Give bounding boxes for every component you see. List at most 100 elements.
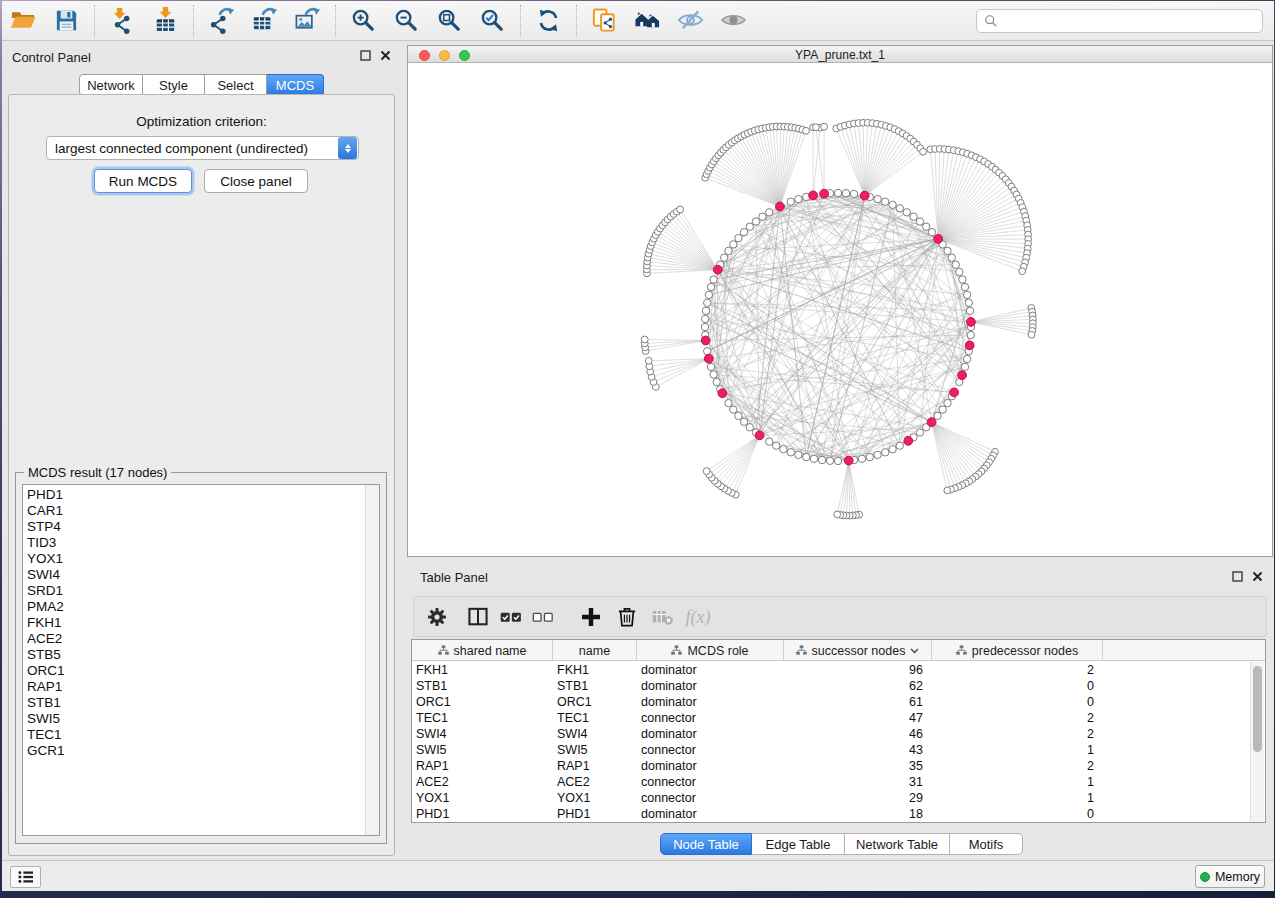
table-settings-icon[interactable] <box>423 603 451 631</box>
mcds-result-item[interactable]: SRD1 <box>23 583 379 599</box>
mcds-result-item[interactable]: TID3 <box>23 535 379 551</box>
column-header-name[interactable]: name <box>553 640 637 661</box>
table-toolbar: f(x) <box>413 596 1267 637</box>
cell-shared-name: SWI5 <box>412 743 553 757</box>
mcds-result-item[interactable]: CAR1 <box>23 503 379 519</box>
save-session-icon[interactable] <box>50 4 84 38</box>
mcds-result-item[interactable]: SWI5 <box>23 711 379 727</box>
table-row[interactable]: FKH1FKH1dominator962 <box>412 662 1265 678</box>
mcds-result-item[interactable]: PMA2 <box>23 599 379 615</box>
column-header-successor-nodes[interactable]: successor nodes <box>784 640 932 661</box>
close-panel-icon[interactable] <box>1252 571 1263 582</box>
tab-network[interactable]: Network <box>79 74 143 96</box>
mcds-result-item[interactable]: ORC1 <box>23 663 379 679</box>
table-row[interactable]: ORC1ORC1dominator610 <box>412 694 1265 710</box>
cell-shared-name: RAP1 <box>412 759 553 773</box>
network-graph[interactable] <box>408 63 1272 557</box>
search-box[interactable] <box>976 9 1263 33</box>
mcds-result-item[interactable]: GCR1 <box>23 743 379 759</box>
table-row[interactable]: SWI5SWI5connector431 <box>412 742 1265 758</box>
mcds-result-item[interactable]: PHD1 <box>23 487 379 503</box>
table-row[interactable]: STB1STB1dominator620 <box>412 678 1265 694</box>
cell-name: TEC1 <box>553 711 637 725</box>
mcds-result-item[interactable]: ACE2 <box>23 631 379 647</box>
cell-predecessor-nodes: 1 <box>932 791 1103 805</box>
node-table: shared namenameMCDS rolesuccessor nodesp… <box>411 639 1266 823</box>
column-header-predecessor-nodes[interactable]: predecessor nodes <box>932 640 1103 661</box>
column-header-MCDS-role[interactable]: MCDS role <box>637 640 784 661</box>
cell-predecessor-nodes: 1 <box>932 743 1103 757</box>
tab-node-table[interactable]: Node Table <box>660 833 752 855</box>
mcds-result-list[interactable]: PHD1CAR1STP4TID3YOX1SWI4SRD1PMA2FKH1ACE2… <box>22 484 380 836</box>
close-panel-button[interactable]: Close panel <box>204 169 308 193</box>
mcds-result-item[interactable]: STP4 <box>23 519 379 535</box>
zoom-out-icon[interactable] <box>390 4 424 38</box>
mcds-result-item[interactable]: STB1 <box>23 695 379 711</box>
mcds-result-item[interactable]: FKH1 <box>23 615 379 631</box>
clone-network-icon[interactable] <box>588 4 622 38</box>
add-column-icon[interactable] <box>577 603 605 631</box>
table-row[interactable]: SWI4SWI4dominator462 <box>412 726 1265 742</box>
export-network-icon[interactable] <box>205 4 239 38</box>
memory-button[interactable]: Memory <box>1195 865 1265 888</box>
first-neighbors-icon[interactable] <box>631 4 665 38</box>
zoom-in-icon[interactable] <box>347 4 381 38</box>
tab-motifs[interactable]: Motifs <box>950 833 1023 855</box>
tab-style[interactable]: Style <box>143 74 205 96</box>
mcds-result-item[interactable]: STB5 <box>23 647 379 663</box>
control-panel: Control Panel NetworkStyleSelectMCDS Opt… <box>2 42 401 860</box>
cell-MCDS-role: dominator <box>637 759 784 773</box>
cytoscape-window: Control Panel NetworkStyleSelectMCDS Opt… <box>2 1 1274 891</box>
split-panel-icon[interactable] <box>464 603 492 631</box>
export-table-icon[interactable] <box>248 4 282 38</box>
show-all-icon[interactable] <box>717 4 751 38</box>
task-history-button[interactable] <box>10 866 41 888</box>
cell-name: ACE2 <box>553 775 637 789</box>
float-panel-icon[interactable] <box>1232 571 1243 582</box>
cell-shared-name: FKH1 <box>412 663 553 677</box>
select-all-icon[interactable] <box>497 603 525 631</box>
status-bar: Memory <box>2 860 1274 891</box>
mcds-result-item[interactable]: YOX1 <box>23 551 379 567</box>
tab-network-table[interactable]: Network Table <box>845 833 950 855</box>
cell-shared-name: PHD1 <box>412 807 553 821</box>
open-session-icon[interactable] <box>7 4 41 38</box>
table-row[interactable]: YOX1YOX1connector291 <box>412 790 1265 806</box>
table-scrollbar[interactable] <box>1250 662 1264 822</box>
control-panel-title: Control Panel <box>12 50 91 65</box>
search-input[interactable] <box>998 11 1262 31</box>
deselect-all-icon[interactable] <box>529 603 557 631</box>
export-image-icon[interactable] <box>291 4 325 38</box>
run-mcds-button[interactable]: Run MCDS <box>94 169 192 193</box>
cell-successor-nodes: 96 <box>784 663 932 677</box>
tab-select[interactable]: Select <box>205 74 267 96</box>
refresh-layout-icon[interactable] <box>532 4 566 38</box>
import-table-icon[interactable] <box>149 4 183 38</box>
zoom-fit-icon[interactable] <box>433 4 467 38</box>
tab-mcds[interactable]: MCDS <box>267 74 324 96</box>
close-panel-icon[interactable] <box>380 50 391 61</box>
float-panel-icon[interactable] <box>360 50 371 61</box>
mcds-result-item[interactable]: SWI4 <box>23 567 379 583</box>
cell-successor-nodes: 35 <box>784 759 932 773</box>
mcds-list-scrollbar[interactable] <box>365 485 379 835</box>
table-row[interactable]: PHD1PHD1dominator180 <box>412 806 1265 822</box>
list-icon <box>17 870 35 884</box>
table-row[interactable]: RAP1RAP1dominator352 <box>412 758 1265 774</box>
tab-edge-table[interactable]: Edge Table <box>752 833 845 855</box>
network-view-titlebar: YPA_prune.txt_1 <box>408 46 1272 63</box>
cell-predecessor-nodes: 0 <box>932 679 1103 693</box>
cell-shared-name: TEC1 <box>412 711 553 725</box>
mcds-result-item[interactable]: TEC1 <box>23 727 379 743</box>
criterion-select[interactable]: largest connected component (undirected) <box>46 136 359 160</box>
delete-column-icon[interactable] <box>613 603 641 631</box>
hide-selected-icon[interactable] <box>674 4 708 38</box>
cell-MCDS-role: connector <box>637 775 784 789</box>
mcds-result-item[interactable]: RAP1 <box>23 679 379 695</box>
import-network-icon[interactable] <box>106 4 140 38</box>
column-header-shared-name[interactable]: shared name <box>412 640 553 661</box>
zoom-selected-icon[interactable] <box>476 4 510 38</box>
table-row[interactable]: ACE2ACE2connector311 <box>412 774 1265 790</box>
cell-MCDS-role: connector <box>637 791 784 805</box>
table-row[interactable]: TEC1TEC1connector472 <box>412 710 1265 726</box>
